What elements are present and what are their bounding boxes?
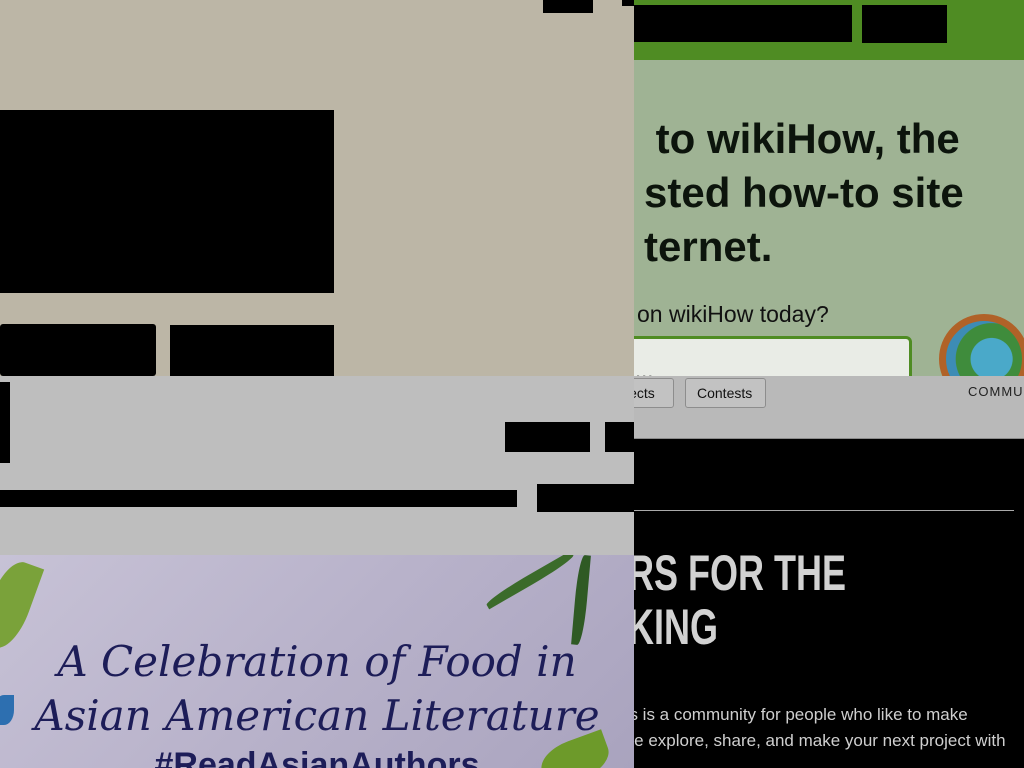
search-input[interactable] [634, 339, 895, 376]
redacted-text-bar [0, 490, 517, 507]
hero-headline: to wikiHow, the sted how-to site ternet. [644, 115, 964, 270]
gray-window [0, 376, 634, 556]
redacted-button[interactable] [505, 422, 590, 452]
redacted-content-block [0, 110, 334, 293]
nav-projects-button[interactable]: jects [634, 378, 674, 408]
leaf-decoration [484, 555, 576, 610]
divider [634, 510, 1014, 511]
wikihow-window: to wikiHow, the sted how-to site ternet.… [634, 0, 1024, 376]
nav-community-link[interactable]: COMMUN [968, 384, 1024, 399]
redacted-top-button[interactable] [543, 0, 593, 13]
wikihow-header [634, 0, 1024, 60]
leaf-decoration [571, 555, 591, 646]
redacted-nav-button[interactable] [862, 5, 947, 43]
top-nav: jects Contests COMMUN [634, 376, 1024, 439]
redacted-button-2[interactable] [605, 422, 634, 452]
book-banner-image: A Celebration of Food in Asian American … [0, 555, 634, 768]
redacted-top-edge [622, 0, 634, 6]
book-hashtag: #ReadAsianAuthors [154, 746, 480, 768]
globe-icon [939, 314, 1024, 376]
book-title: A Celebration of Food in Asian American … [34, 637, 600, 740]
redacted-button-right[interactable] [170, 325, 334, 376]
hero-headline: RS FOR THE KING [634, 545, 847, 655]
beige-window [0, 0, 634, 376]
search-box[interactable] [634, 336, 912, 376]
redacted-input[interactable] [537, 484, 634, 512]
redacted-side-block [0, 382, 10, 463]
nav-contests-button[interactable]: Contests [685, 378, 766, 408]
hero-description: es is a community for people who like to… [634, 705, 1006, 750]
instructables-window: jects Contests COMMUN RS FOR THE KING es… [634, 376, 1024, 768]
redacted-nav-block [634, 5, 852, 42]
redacted-button-left[interactable] [0, 324, 156, 376]
hero-subtitle: on wikiHow today? [637, 301, 829, 327]
